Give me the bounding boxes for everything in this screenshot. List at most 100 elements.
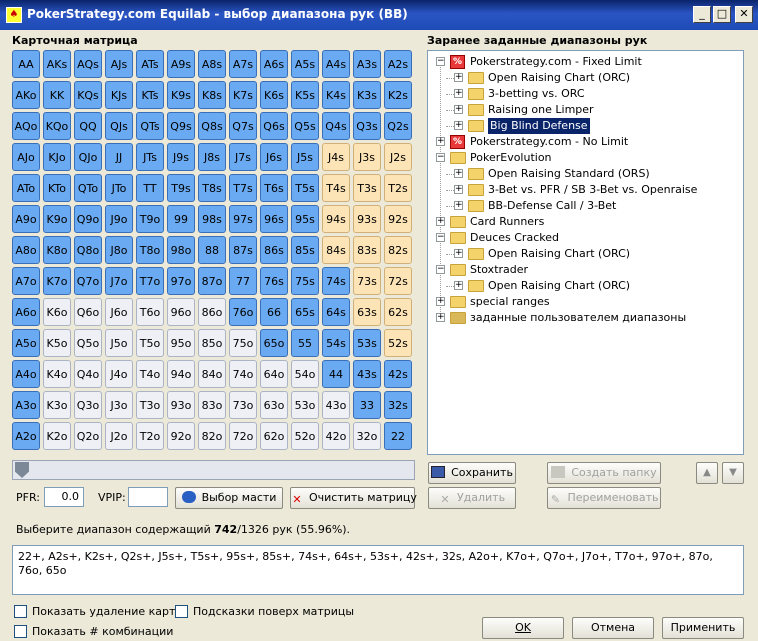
hand-cell-98o[interactable]: 98o (167, 236, 195, 264)
hand-cell-94s[interactable]: 94s (322, 205, 350, 233)
tree-node-label[interactable]: Pokerstrategy.com - Fixed Limit (470, 54, 642, 70)
hand-cell-QTs[interactable]: QTs (136, 112, 164, 140)
collapse-icon[interactable]: − (436, 153, 445, 162)
hand-cell-83o[interactable]: 83o (198, 391, 226, 419)
hand-cell-A6s[interactable]: A6s (260, 50, 288, 78)
hand-cell-A8s[interactable]: A8s (198, 50, 226, 78)
hand-cell-A5s[interactable]: A5s (291, 50, 319, 78)
hand-cell-76s[interactable]: 76s (260, 267, 288, 295)
tree-node[interactable]: + BB-Defense Call / 3-Bet (428, 198, 743, 214)
hand-cell-96o[interactable]: 96o (167, 298, 195, 326)
hand-cell-K7o[interactable]: K7o (43, 267, 71, 295)
delete-button[interactable]: ✕ Удалить (428, 487, 516, 509)
hand-cell-K8o[interactable]: K8o (43, 236, 71, 264)
hand-cell-K5o[interactable]: K5o (43, 329, 71, 357)
hand-cell-AKo[interactable]: AKo (12, 81, 40, 109)
hand-cell-A3o[interactable]: A3o (12, 391, 40, 419)
move-up-button[interactable]: ▲ (696, 462, 718, 484)
tree-node-label[interactable]: 3-betting vs. ORC (488, 86, 585, 102)
tree-node[interactable]: + special ranges (428, 294, 743, 310)
hand-cell-94o[interactable]: 94o (167, 360, 195, 388)
hand-cell-AJo[interactable]: AJo (12, 143, 40, 171)
hand-cell-54s[interactable]: 54s (322, 329, 350, 357)
hand-cell-T2o[interactable]: T2o (136, 422, 164, 450)
tree-node[interactable]: +% Pokerstrategy.com - No Limit (428, 134, 743, 150)
hand-cell-KTs[interactable]: KTs (136, 81, 164, 109)
expand-icon[interactable]: + (454, 249, 463, 258)
hand-cell-J2s[interactable]: J2s (384, 143, 412, 171)
tree-node-label[interactable]: Open Raising Chart (ORC) (488, 278, 630, 294)
hand-cell-Q7s[interactable]: Q7s (229, 112, 257, 140)
tree-node-label[interactable]: Open Raising Chart (ORC) (488, 70, 630, 86)
hand-cell-85s[interactable]: 85s (291, 236, 319, 264)
hand-cell-82s[interactable]: 82s (384, 236, 412, 264)
hand-cell-K7s[interactable]: K7s (229, 81, 257, 109)
hand-cell-96s[interactable]: 96s (260, 205, 288, 233)
suit-selection-button[interactable]: Выбор масти (175, 487, 283, 509)
hand-cell-T3o[interactable]: T3o (136, 391, 164, 419)
collapse-icon[interactable]: − (436, 233, 445, 242)
hand-cell-J8o[interactable]: J8o (105, 236, 133, 264)
hints-over-matrix-checkbox[interactable] (175, 605, 188, 618)
save-button[interactable]: Сохранить (428, 462, 516, 484)
hand-cell-K6s[interactable]: K6s (260, 81, 288, 109)
hand-cell-73s[interactable]: 73s (353, 267, 381, 295)
tree-node[interactable]: + Open Raising Chart (ORC) (428, 278, 743, 294)
hand-cell-T2s[interactable]: T2s (384, 174, 412, 202)
hand-cell-86s[interactable]: 86s (260, 236, 288, 264)
tree-node[interactable]: + Big Blind Defense (428, 118, 743, 134)
tree-node-label[interactable]: Deuces Cracked (470, 230, 559, 246)
hand-cell-62s[interactable]: 62s (384, 298, 412, 326)
hand-cell-82o[interactable]: 82o (198, 422, 226, 450)
collapse-icon[interactable]: − (436, 265, 445, 274)
hand-cell-65o[interactable]: 65o (260, 329, 288, 357)
tree-node[interactable]: + Open Raising Chart (ORC) (428, 70, 743, 86)
hand-cell-J4o[interactable]: J4o (105, 360, 133, 388)
range-text-field[interactable]: 22+, A2s+, K2s+, Q2s+, J5s+, T5s+, 95s+,… (12, 545, 744, 595)
tree-node-label[interactable]: заданные пользователем диапазоны (470, 310, 686, 326)
hand-cell-J9s[interactable]: J9s (167, 143, 195, 171)
hand-cell-T7o[interactable]: T7o (136, 267, 164, 295)
hand-cell-T9s[interactable]: T9s (167, 174, 195, 202)
hand-cell-Q8s[interactable]: Q8s (198, 112, 226, 140)
hand-cell-Q7o[interactable]: Q7o (74, 267, 102, 295)
hand-cell-J6o[interactable]: J6o (105, 298, 133, 326)
hand-cell-52s[interactable]: 52s (384, 329, 412, 357)
hand-cell-KTo[interactable]: KTo (43, 174, 71, 202)
hand-cell-T8o[interactable]: T8o (136, 236, 164, 264)
hand-cell-T4o[interactable]: T4o (136, 360, 164, 388)
hand-cell-J2o[interactable]: J2o (105, 422, 133, 450)
hand-cell-22[interactable]: 22 (384, 422, 412, 450)
hand-cell-72o[interactable]: 72o (229, 422, 257, 450)
hand-cell-97o[interactable]: 97o (167, 267, 195, 295)
hand-cell-QJs[interactable]: QJs (105, 112, 133, 140)
hand-cell-T6s[interactable]: T6s (260, 174, 288, 202)
hand-cell-95s[interactable]: 95s (291, 205, 319, 233)
predefined-ranges-tree[interactable]: −% Pokerstrategy.com - Fixed Limit + Open R… (427, 50, 744, 455)
ok-button[interactable]: OK (482, 617, 564, 639)
hand-cell-A9s[interactable]: A9s (167, 50, 195, 78)
hand-cell-T9o[interactable]: T9o (136, 205, 164, 233)
tree-node-label[interactable]: Raising one Limper (488, 102, 594, 118)
hand-cell-77[interactable]: 77 (229, 267, 257, 295)
hand-cell-93o[interactable]: 93o (167, 391, 195, 419)
hand-cell-K6o[interactable]: K6o (43, 298, 71, 326)
hand-cell-KJs[interactable]: KJs (105, 81, 133, 109)
hand-cell-88[interactable]: 88 (198, 236, 226, 264)
hand-cell-A2s[interactable]: A2s (384, 50, 412, 78)
hand-cell-92o[interactable]: 92o (167, 422, 195, 450)
hand-cell-ATs[interactable]: ATs (136, 50, 164, 78)
hand-cell-KK[interactable]: KK (43, 81, 71, 109)
hand-cell-93s[interactable]: 93s (353, 205, 381, 233)
hand-cell-32s[interactable]: 32s (384, 391, 412, 419)
hand-cell-73o[interactable]: 73o (229, 391, 257, 419)
tree-node[interactable]: + Open Raising Standard (ORS) (428, 166, 743, 182)
hand-cell-T4s[interactable]: T4s (322, 174, 350, 202)
hand-cell-K4o[interactable]: K4o (43, 360, 71, 388)
hand-cell-T5s[interactable]: T5s (291, 174, 319, 202)
hand-cell-86o[interactable]: 86o (198, 298, 226, 326)
range-slider[interactable] (12, 460, 415, 480)
expand-icon[interactable]: + (454, 121, 463, 130)
expand-icon[interactable]: + (454, 185, 463, 194)
hand-cell-A3s[interactable]: A3s (353, 50, 381, 78)
